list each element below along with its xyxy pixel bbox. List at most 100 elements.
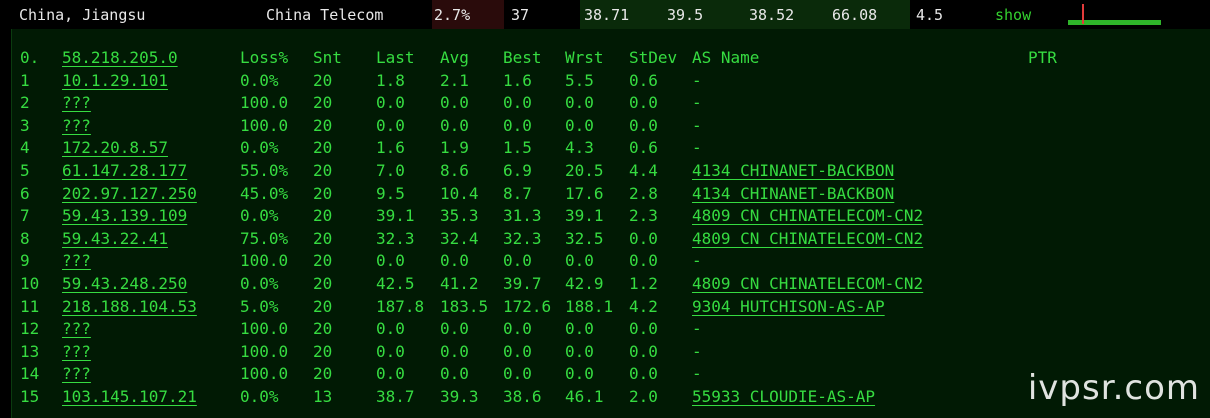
cell-asname[interactable]: 4809 CN CHINATELECOM-CN2 [692, 273, 923, 295]
cell-wrst: 20.5 [565, 161, 604, 180]
cell-host[interactable]: 59.43.248.250 [62, 273, 187, 295]
cell-host[interactable]: 59.43.139.109 [62, 205, 187, 227]
cell-best: 0.0 [503, 251, 532, 271]
cell-avg: 0.0 [440, 341, 469, 361]
cell-loss: 45.0% [240, 183, 289, 203]
cell-stdev: 4.4 [629, 161, 658, 180]
cell-host[interactable]: ??? [62, 363, 91, 385]
cell-avg: 183.5 [440, 296, 489, 316]
cell-stdev: 2.0 [629, 387, 658, 406]
cell-asname[interactable]: 9304 HUTCHISON-AS-AP [692, 296, 885, 318]
cell-best: 32.3 [503, 228, 542, 248]
cell-asname: - [692, 319, 702, 339]
cell-host[interactable]: ??? [62, 250, 91, 272]
cell-hop: 10 [20, 274, 40, 293]
cell-loss: 100.0 [240, 319, 289, 339]
cell-asname[interactable]: 4134 CHINANET-BACKBON [692, 183, 894, 205]
cell-asname[interactable]: 55933 CLOUDIE-AS-AP [692, 386, 875, 408]
cell-last: 1.6 [376, 138, 405, 158]
cell-avg: 39.3 [440, 387, 479, 406]
cell-wrst: 5.5 [565, 70, 594, 90]
cell-avg: 32.4 [440, 228, 479, 248]
cell-asname: - [692, 341, 702, 361]
cell-loss: 100.0 [240, 93, 289, 113]
header-last: Last [376, 48, 415, 67]
cell-stdev: 1.2 [629, 274, 658, 293]
cell-wrst: 32.5 [565, 228, 604, 248]
cell-best: 0.0 [503, 115, 532, 135]
cell-snt: 20 [313, 115, 333, 135]
summary-bar: China, Jiangsu China Telecom 2.7% 37 38.… [0, 0, 1210, 29]
cell-last: 1.8 [376, 70, 405, 90]
cell-host[interactable]: 59.43.22.41 [62, 228, 168, 250]
cell-loss: 5.0% [240, 296, 279, 316]
header-wrst: Wrst [565, 48, 604, 67]
cell-stdev: 0.0 [629, 93, 658, 113]
cell-host[interactable]: ??? [62, 115, 91, 137]
cell-wrst: 188.1 [565, 296, 614, 316]
cell-wrst: 0.0 [565, 319, 594, 339]
header-source-host[interactable]: 58.218.205.0 [62, 47, 178, 69]
cell-asname[interactable]: 4134 CHINANET-BACKBON [692, 160, 894, 182]
cell-last: 7.0 [376, 161, 405, 180]
cell-host[interactable]: 172.20.8.57 [62, 137, 168, 159]
cell-avg: 35.3 [440, 206, 479, 226]
cell-stdev: 0.0 [629, 251, 658, 271]
summary-avg: 39.5 [667, 6, 704, 24]
cell-asname: - [692, 364, 702, 384]
cell-asname: - [692, 138, 702, 158]
cell-best: 8.7 [503, 183, 532, 203]
cell-avg: 1.9 [440, 138, 469, 158]
cell-avg: 0.0 [440, 115, 469, 135]
cell-host[interactable]: 103.145.107.21 [62, 386, 197, 408]
cell-snt: 20 [313, 274, 333, 293]
cell-best: 39.7 [503, 274, 542, 293]
cell-avg: 41.2 [440, 274, 479, 293]
mtr-result-panel: 0. 58.218.205.0 Loss% Snt Last Avg Best … [11, 29, 1210, 418]
cell-host[interactable]: 202.97.127.250 [62, 183, 197, 205]
cell-best: 0.0 [503, 319, 532, 339]
cell-loss: 0.0% [240, 70, 279, 90]
summary-sent: 37 [511, 6, 530, 24]
cell-host[interactable]: ??? [62, 341, 91, 363]
cell-avg: 8.6 [440, 161, 469, 180]
summary-best: 38.52 [749, 6, 795, 24]
cell-loss: 0.0% [240, 274, 279, 293]
header-ptr: PTR [1028, 48, 1057, 67]
show-link[interactable]: show [995, 0, 1031, 29]
header-best: Best [503, 48, 542, 67]
cell-stdev: 0.6 [629, 70, 658, 90]
cell-best: 1.6 [503, 70, 532, 90]
cell-snt: 20 [313, 228, 333, 248]
cell-best: 0.0 [503, 341, 532, 361]
cell-host[interactable]: 61.147.28.177 [62, 160, 187, 182]
cell-host[interactable]: 10.1.29.101 [62, 70, 168, 92]
cell-asname[interactable]: 4809 CN CHINATELECOM-CN2 [692, 205, 923, 227]
cell-stdev: 0.0 [629, 364, 658, 384]
cell-hop: 2 [20, 93, 30, 113]
cell-best: 0.0 [503, 93, 532, 113]
cell-wrst: 0.0 [565, 341, 594, 361]
cell-host[interactable]: ??? [62, 318, 91, 340]
cell-snt: 20 [313, 70, 333, 90]
cell-avg: 0.0 [440, 364, 469, 384]
watermark-logo: ivpsr.com [1027, 368, 1200, 408]
cell-last: 187.8 [376, 296, 425, 316]
cell-host[interactable]: 218.188.104.53 [62, 296, 197, 318]
header-avg: Avg [440, 48, 469, 67]
cell-loss: 100.0 [240, 364, 289, 384]
summary-stdev: 4.5 [916, 6, 944, 24]
cell-hop: 9 [20, 251, 30, 271]
header-stdev: StDev [629, 48, 678, 67]
cell-hop: 5 [20, 161, 30, 180]
cell-host[interactable]: ??? [62, 92, 91, 114]
cell-asname[interactable]: 4809 CN CHINATELECOM-CN2 [692, 228, 923, 250]
cell-best: 31.3 [503, 206, 542, 226]
cell-last: 9.5 [376, 183, 405, 203]
summary-worst: 66.08 [832, 6, 878, 24]
cell-loss: 55.0% [240, 161, 289, 180]
cell-stdev: 0.6 [629, 138, 658, 158]
cell-best: 172.6 [503, 296, 552, 316]
cell-hop: 6 [20, 183, 30, 203]
cell-last: 0.0 [376, 341, 405, 361]
